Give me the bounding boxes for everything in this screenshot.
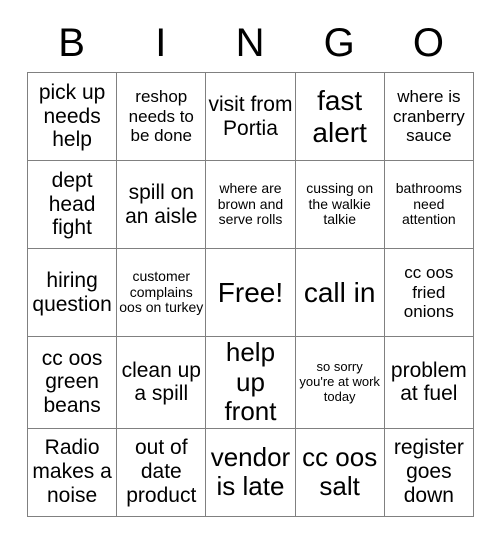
bingo-cell-b3[interactable]: hiring question: [26, 248, 118, 337]
bingo-cell-b5[interactable]: Radio makes a noise: [26, 427, 118, 517]
free-space-label: Free!: [217, 276, 284, 308]
bingo-cell-i1[interactable]: reshop needs to be done: [116, 72, 207, 161]
bingo-row: pick up needs help reshop needs to be do…: [26, 72, 474, 161]
bingo-cell-g3[interactable]: call in: [294, 248, 385, 337]
bingo-cell-label: register goes down: [393, 436, 464, 508]
header-letter-o: O: [412, 21, 444, 65]
bingo-cell-label: where are brown and serve rolls: [217, 179, 284, 228]
bingo-cell-n1[interactable]: visit from Portia: [205, 72, 296, 161]
bingo-cell-label: where is cranberry sauce: [392, 87, 465, 146]
bingo-cell-label: cc oos green beans: [41, 346, 103, 418]
bingo-row: hiring question customer complains oos o…: [26, 248, 474, 337]
header-letter-n: N: [235, 21, 265, 65]
bingo-cell-label: customer complains oos on turkey: [119, 267, 204, 316]
bingo-cell-label: call in: [303, 276, 376, 308]
bingo-cell-label: vendor is late: [210, 441, 291, 502]
bingo-cell-label: fast alert: [312, 84, 367, 148]
bingo-cell-b2[interactable]: dept head fight: [26, 160, 118, 249]
header-letter-b: B: [58, 21, 85, 65]
bingo-cell-label: cc oos fried onions: [403, 263, 454, 322]
bingo-cell-label: pick up needs help: [38, 80, 106, 152]
bingo-cell-label: bathrooms need attention: [395, 179, 462, 228]
bingo-cell-label: spill on an aisle: [125, 180, 198, 228]
bingo-cell-label: visit from Portia: [208, 92, 293, 140]
bingo-cell-label: clean up a spill: [121, 358, 201, 406]
bingo-cell-label: help up front: [224, 337, 277, 427]
bingo-cell-i5[interactable]: out of date product: [116, 427, 207, 517]
bingo-cell-label: cussing on the walkie talkie: [306, 179, 374, 228]
bingo-cell-i2[interactable]: spill on an aisle: [116, 160, 207, 249]
bingo-cell-n4[interactable]: help up front: [205, 336, 296, 429]
bingo-cell-o2[interactable]: bathrooms need attention: [383, 160, 474, 249]
bingo-cell-o5[interactable]: register goes down: [383, 427, 474, 517]
bingo-cell-label: hiring question: [32, 268, 112, 316]
bingo-cell-b4[interactable]: cc oos green beans: [26, 336, 118, 429]
bingo-cell-g2[interactable]: cussing on the walkie talkie: [294, 160, 385, 249]
bingo-grid: pick up needs help reshop needs to be do…: [26, 72, 474, 517]
bingo-cell-g4[interactable]: so sorry you're at work today: [294, 336, 385, 429]
bingo-cell-n2[interactable]: where are brown and serve rolls: [205, 160, 296, 249]
bingo-cell-i3[interactable]: customer complains oos on turkey: [116, 248, 207, 337]
bingo-header: B I N G O: [27, 14, 473, 72]
bingo-cell-label: out of date product: [126, 436, 197, 508]
bingo-cell-g5[interactable]: cc oos salt: [294, 427, 385, 517]
bingo-row: Radio makes a noise out of date product …: [26, 427, 474, 517]
bingo-cell-label: dept head fight: [48, 168, 96, 240]
header-letter-i: I: [155, 21, 167, 65]
bingo-cell-g1[interactable]: fast alert: [294, 72, 385, 161]
bingo-cell-o3[interactable]: cc oos fried onions: [383, 248, 474, 337]
bingo-cell-o4[interactable]: problem at fuel: [383, 336, 474, 429]
bingo-cell-n5[interactable]: vendor is late: [205, 427, 296, 517]
bingo-cell-label: so sorry you're at work today: [299, 359, 380, 404]
bingo-card: B I N G O pick up needs help reshop need…: [0, 0, 500, 544]
bingo-cell-label: Radio makes a noise: [32, 436, 112, 508]
bingo-cell-label: cc oos salt: [302, 441, 378, 502]
bingo-cell-b1[interactable]: pick up needs help: [26, 72, 118, 161]
bingo-cell-label: problem at fuel: [390, 358, 467, 406]
bingo-row: dept head fight spill on an aisle where …: [26, 160, 474, 249]
bingo-cell-o1[interactable]: where is cranberry sauce: [383, 72, 474, 161]
bingo-row: cc oos green beans clean up a spill help…: [26, 336, 474, 429]
bingo-cell-i4[interactable]: clean up a spill: [116, 336, 207, 429]
bingo-cell-free-space[interactable]: Free!: [205, 248, 296, 337]
bingo-cell-label: reshop needs to be done: [128, 87, 194, 146]
header-letter-g: G: [323, 21, 355, 65]
